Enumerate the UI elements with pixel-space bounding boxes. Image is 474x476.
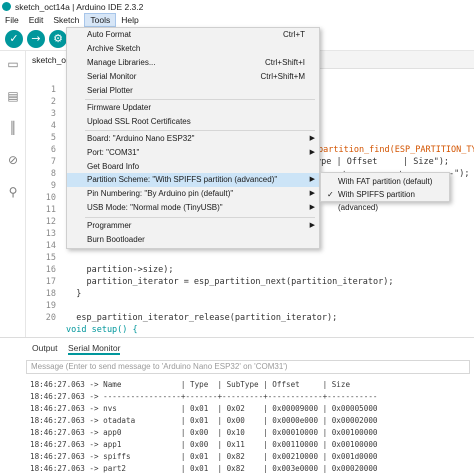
code-line: void setup() { xyxy=(66,325,138,335)
chevron-right-icon: ▶ xyxy=(309,149,315,156)
menu-tools[interactable]: Tools xyxy=(84,13,117,27)
serial-output-line: 18:46:27.063 -> Name | Type | SubType | … xyxy=(30,380,351,389)
upload-arrow-icon[interactable]: → xyxy=(27,30,45,48)
checkmark-icon: ✓ xyxy=(327,190,334,199)
menu-item-upload-ssl-certificates[interactable]: Upload SSL Root Certificates xyxy=(67,115,319,129)
partition-scheme-submenu: With FAT partition (default) ✓ With SPIF… xyxy=(320,172,450,212)
line-number: 7 xyxy=(50,157,56,167)
menu-item-serial-monitor[interactable]: Serial Monitor Ctrl+Shift+M xyxy=(67,70,319,84)
bottom-panel: Output Serial Monitor Message (Enter to … xyxy=(0,337,474,476)
serial-output-line: 18:46:27.063 -> app0 | 0x00 | 0x10 | 0x0… xyxy=(30,428,378,437)
boards-manager-icon[interactable]: ▤ xyxy=(6,89,20,103)
line-number: 9 xyxy=(50,181,56,191)
serial-output-line: 18:46:27.063 -> nvs | 0x01 | 0x02 | 0x00… xyxy=(30,404,378,413)
line-number: 11 xyxy=(45,205,56,215)
serial-message-input[interactable]: Message (Enter to send message to 'Ardui… xyxy=(26,360,470,374)
menu-item-pin-numbering[interactable]: Pin Numbering: "By Arduino pin (default)… xyxy=(67,187,319,201)
tools-menu: Auto Format Ctrl+T Archive Sketch Manage… xyxy=(66,27,320,249)
menu-separator xyxy=(85,99,315,100)
serial-output-line: 18:46:27.063 -> spiffs | 0x01 | 0x82 | 0… xyxy=(30,452,378,461)
line-number: 5 xyxy=(50,133,56,143)
menu-item-usb-mode[interactable]: USB Mode: "Normal mode (TinyUSB)" ▶ xyxy=(67,201,319,215)
menu-item-get-board-info[interactable]: Get Board Info xyxy=(67,160,319,174)
menu-item-port[interactable]: Port: "COM31" ▶ xyxy=(67,146,319,160)
title-bar: sketch_oct14a | Arduino IDE 2.3.2 xyxy=(0,0,474,13)
serial-output-line: 18:46:27.063 -> -----------------+------… xyxy=(30,392,378,401)
line-number: 6 xyxy=(50,145,56,155)
line-number: 3 xyxy=(50,109,56,119)
code-line: partition_iterator = esp_partition_next(… xyxy=(66,277,394,287)
menu-help[interactable]: Help xyxy=(116,13,143,27)
line-number: 15 xyxy=(45,253,56,263)
code-line: ype | Offset | Size"); xyxy=(316,157,450,167)
line-number: 4 xyxy=(50,121,56,131)
line-number: 14 xyxy=(45,241,56,251)
line-number: 17 xyxy=(45,277,56,287)
code-line: esp_partition_iterator_release(partition… xyxy=(66,313,338,323)
chevron-right-icon: ▶ xyxy=(309,204,315,211)
code-line: partition->size); xyxy=(66,265,174,275)
serial-output-line: 18:46:27.063 -> app1 | 0x00 | 0x11 | 0x0… xyxy=(30,440,378,449)
line-number: 19 xyxy=(45,301,56,311)
menu-separator xyxy=(85,217,315,218)
chevron-right-icon: ▶ xyxy=(309,222,315,229)
menu-item-board[interactable]: Board: "Arduino Nano ESP32" ▶ xyxy=(67,132,319,146)
activity-sidebar: ▭ ▤ ║ ⊘ ⚲ xyxy=(0,51,26,337)
menu-item-partition-scheme[interactable]: Partition Scheme: "With SPIFFS partition… xyxy=(67,173,319,187)
line-number: 20 xyxy=(45,313,56,323)
menu-item-programmer[interactable]: Programmer ▶ xyxy=(67,219,319,233)
library-manager-icon[interactable]: ║ xyxy=(6,121,20,135)
line-number: 12 xyxy=(45,217,56,227)
line-number: 1 xyxy=(50,85,56,95)
line-number: 10 xyxy=(45,193,56,203)
line-number: 2 xyxy=(50,97,56,107)
menu-item-manage-libraries[interactable]: Manage Libraries... Ctrl+Shift+I xyxy=(67,56,319,70)
code-line: partition_find(ESP_PARTITION_TYPE_ xyxy=(318,145,474,155)
menu-item-auto-format[interactable]: Auto Format Ctrl+T xyxy=(67,28,319,42)
arduino-app-icon xyxy=(2,2,11,11)
chevron-right-icon: ▶ xyxy=(309,135,315,142)
menu-item-burn-bootloader[interactable]: Burn Bootloader xyxy=(67,233,319,247)
chevron-right-icon: ▶ xyxy=(309,190,315,197)
search-icon[interactable]: ⚲ xyxy=(6,185,20,199)
verify-check-icon[interactable]: ✓ xyxy=(5,30,23,48)
debug-icon[interactable]: ⚙ xyxy=(49,30,67,48)
line-number: 13 xyxy=(45,229,56,239)
menu-item-archive-sketch[interactable]: Archive Sketch xyxy=(67,42,319,56)
menu-bar: File Edit Sketch Tools Help xyxy=(0,13,474,27)
line-number: 16 xyxy=(45,265,56,275)
folder-icon[interactable]: ▭ xyxy=(6,57,20,71)
serial-output-line: 18:46:27.063 -> part2 | 0x01 | 0x82 | 0x… xyxy=(30,464,378,473)
tab-serial-monitor[interactable]: Serial Monitor xyxy=(68,341,121,355)
code-line: } xyxy=(66,289,82,299)
window-title: sketch_oct14a | Arduino IDE 2.3.2 xyxy=(15,1,144,12)
serial-output-line: 18:46:27.063 -> otadata | 0x01 | 0x00 | … xyxy=(30,416,378,425)
menu-item-serial-plotter[interactable]: Serial Plotter xyxy=(67,84,319,98)
submenu-item-fat-partition[interactable]: With FAT partition (default) xyxy=(321,175,449,188)
debug-icon[interactable]: ⊘ xyxy=(6,153,20,167)
menu-item-firmware-updater[interactable]: Firmware Updater xyxy=(67,101,319,115)
menu-edit[interactable]: Edit xyxy=(24,13,49,27)
menu-separator xyxy=(85,130,315,131)
chevron-right-icon: ▶ xyxy=(309,176,315,183)
submenu-item-spiffs-partition[interactable]: ✓ With SPIFFS partition (advanced) xyxy=(321,188,449,212)
tab-output[interactable]: Output xyxy=(32,341,58,355)
line-number: 8 xyxy=(50,169,56,179)
menu-file[interactable]: File xyxy=(0,13,24,27)
menu-sketch[interactable]: Sketch xyxy=(48,13,84,27)
line-number: 18 xyxy=(45,289,56,299)
